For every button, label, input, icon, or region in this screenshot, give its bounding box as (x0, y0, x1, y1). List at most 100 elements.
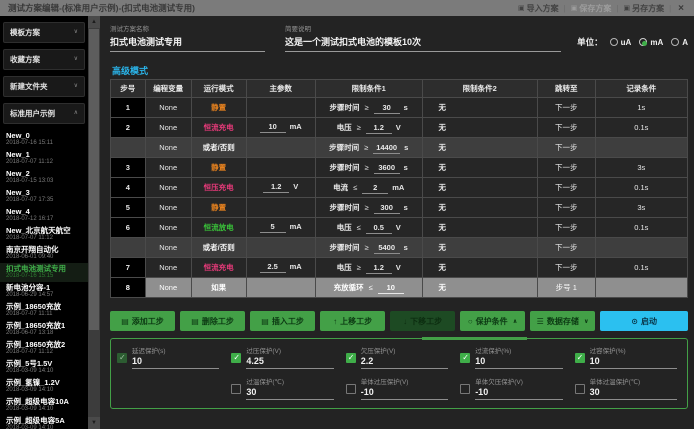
main-param-cell[interactable]: 2.5mA (246, 258, 315, 278)
limit-condition2-cell[interactable]: 无 (422, 158, 537, 178)
list-item[interactable]: 示例_超级电容5A2018-03-09 14:10 (0, 415, 88, 429)
main-param-cell[interactable]: 10mA (246, 118, 315, 138)
scheme-name-input[interactable]: 扣式电池测试专用 (110, 35, 265, 52)
scheme-name-field[interactable]: 测试方案名称 扣式电池测试专用 (110, 23, 265, 52)
condition-value[interactable]: 14400 (373, 143, 400, 154)
protection-value-input[interactable]: 2.2 (361, 355, 448, 369)
limit-condition1-cell[interactable]: 步骤时间≥300s (315, 198, 422, 218)
protection-value-input[interactable]: 10 (590, 355, 677, 369)
checkbox[interactable] (575, 353, 585, 363)
record-condition-cell[interactable]: 3s (595, 198, 687, 218)
protection-value-input[interactable]: 4.25 (246, 355, 333, 369)
limit-condition2-cell[interactable]: 无 (422, 238, 537, 258)
record-condition-cell[interactable]: 0.1s (595, 258, 687, 278)
condition-value[interactable]: 2 (362, 183, 388, 194)
scroll-down-icon[interactable]: ▼ (88, 417, 100, 429)
program-variable-cell[interactable]: None (145, 278, 191, 298)
limit-condition2-cell[interactable]: 无 (422, 218, 537, 238)
program-variable-cell[interactable]: None (145, 118, 191, 138)
main-param-cell[interactable] (246, 278, 315, 298)
run-mode-cell[interactable]: 静置 (191, 198, 246, 218)
jump-to-cell[interactable]: 下一步 (537, 118, 595, 138)
jump-to-cell[interactable]: 下一步 (537, 98, 595, 118)
list-item[interactable]: 示例_18650充放2018-07-07 11:11 (0, 301, 88, 320)
record-condition-cell[interactable] (595, 138, 687, 158)
run-mode-cell[interactable]: 或者/否则 (191, 238, 246, 258)
jump-to-cell[interactable]: 下一步 (537, 178, 595, 198)
delete-step-button[interactable]: ▤删除工步 (180, 311, 245, 331)
limit-condition2-cell[interactable]: 无 (422, 98, 537, 118)
main-param-value[interactable]: 2.5 (260, 262, 286, 273)
scheme-desc-field[interactable]: 简要说明 这是一个测试扣式电池的模板10次 (285, 23, 561, 52)
condition-value[interactable]: 3600 (374, 163, 400, 174)
program-variable-cell[interactable]: None (145, 238, 191, 258)
table-row[interactable]: 8None如果充放循环≤10无步号 1 (111, 278, 688, 298)
run-mode-cell[interactable]: 恒流放电 (191, 218, 246, 238)
list-item[interactable]: 示例_超级电容10A2018-03-09 14:10 (0, 396, 88, 415)
limit-condition1-cell[interactable]: 步骤时间≥5400s (315, 238, 422, 258)
close-button[interactable]: × (676, 3, 686, 14)
run-mode-cell[interactable]: 如果 (191, 278, 246, 298)
table-row[interactable]: None或者/否则步骤时间≥14400s无下一步 (111, 138, 688, 158)
checkbox[interactable] (117, 353, 127, 363)
program-variable-cell[interactable]: None (145, 198, 191, 218)
jump-to-cell[interactable]: 步号 1 (537, 278, 595, 298)
limit-condition2-cell[interactable]: 无 (422, 178, 537, 198)
limit-condition1-cell[interactable]: 电压≤0.5V (315, 218, 422, 238)
list-item[interactable]: New_42018-07-12 16:17 (0, 206, 88, 225)
program-variable-cell[interactable]: None (145, 258, 191, 278)
list-item[interactable]: 示例_氢镍_1.2V2018-03-09 14:10 (0, 377, 88, 396)
jump-to-cell[interactable]: 下一步 (537, 158, 595, 178)
limit-condition2-cell[interactable]: 无 (422, 258, 537, 278)
condition-value[interactable]: 300 (374, 203, 400, 214)
condition-value[interactable]: 1.2 (366, 123, 392, 134)
table-row[interactable]: 3None静置步骤时间≥3600s无下一步3s (111, 158, 688, 178)
main-param-cell[interactable] (246, 198, 315, 218)
sidebar-section-0[interactable]: 模板方案∨ (3, 22, 85, 43)
protection-value-input[interactable]: -10 (361, 386, 448, 400)
checkbox[interactable] (575, 384, 585, 394)
protection-value-input[interactable]: 10 (132, 355, 219, 369)
checkbox[interactable] (346, 353, 356, 363)
limit-condition1-cell[interactable]: 电流≤2mA (315, 178, 422, 198)
program-variable-cell[interactable]: None (145, 178, 191, 198)
main-param-cell[interactable] (246, 238, 315, 258)
checkbox[interactable] (231, 384, 241, 394)
limit-condition1-cell[interactable]: 电压≥1.2V (315, 258, 422, 278)
main-param-value[interactable]: 1.2 (263, 182, 289, 193)
list-item[interactable]: New_22018-07-15 13:03 (0, 168, 88, 187)
protection-value-input[interactable]: 30 (590, 386, 677, 400)
main-param-cell[interactable] (246, 138, 315, 158)
protection-value-input[interactable]: 30 (246, 386, 333, 400)
list-item[interactable]: New_02018-07-16 15:11 (0, 130, 88, 149)
scroll-up-icon[interactable]: ▲ (88, 16, 100, 28)
checkbox[interactable] (460, 353, 470, 363)
record-condition-cell[interactable]: 3s (595, 158, 687, 178)
insert-step-button[interactable]: ▤插入工步 (250, 311, 315, 331)
table-row[interactable]: 1None静置步骤时间≥30s无下一步1s (111, 98, 688, 118)
main-param-value[interactable]: 5 (260, 222, 286, 233)
record-condition-cell[interactable] (595, 278, 687, 298)
table-row[interactable]: 6None恒流放电5mA电压≤0.5V无下一步0.1s (111, 218, 688, 238)
program-variable-cell[interactable]: None (145, 218, 191, 238)
run-mode-cell[interactable]: 恒压充电 (191, 178, 246, 198)
condition-value[interactable]: 5400 (374, 243, 400, 254)
condition-value[interactable]: 1.2 (366, 263, 392, 274)
add-step-button[interactable]: ▤添加工步 (110, 311, 175, 331)
unit-radio-mA[interactable]: mA (639, 38, 663, 47)
limit-condition1-cell[interactable]: 充放循环≤10 (315, 278, 422, 298)
run-mode-cell[interactable]: 静置 (191, 98, 246, 118)
list-item[interactable]: New_32018-07-07 17:35 (0, 187, 88, 206)
table-row[interactable]: 2None恒流充电10mA电压≥1.2V无下一步0.1s (111, 118, 688, 138)
protection-conditions-button[interactable]: ○保护条件∧ (460, 311, 525, 331)
scrollbar-thumb[interactable] (89, 29, 99, 330)
data-storage-button[interactable]: ☰数据存储∨ (530, 311, 595, 331)
jump-to-cell[interactable]: 下一步 (537, 258, 595, 278)
protection-value-input[interactable]: 10 (475, 355, 562, 369)
record-condition-cell[interactable]: 0.1s (595, 178, 687, 198)
record-condition-cell[interactable]: 1s (595, 98, 687, 118)
table-row[interactable]: 5None静置步骤时间≥300s无下一步3s (111, 198, 688, 218)
list-item[interactable]: 示例_18650充放22018-07-07 11:12 (0, 339, 88, 358)
list-item[interactable]: 新电池分容-12018-06-29 14:57 (0, 282, 88, 301)
main-param-value[interactable]: 10 (260, 122, 286, 133)
